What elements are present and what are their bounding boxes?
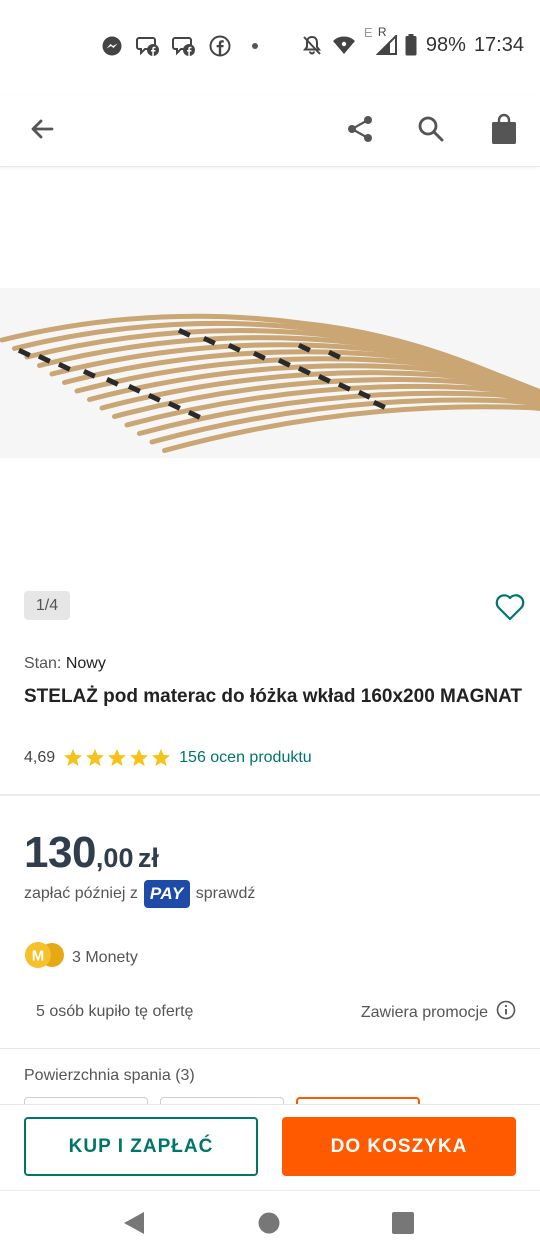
cellular-signal-icon: E R [364, 25, 397, 57]
pay-later-link[interactable]: sprawdź [196, 885, 256, 903]
product-image [0, 313, 540, 453]
pay-later-text: zapłać później z [24, 885, 138, 902]
coin-icon: M [24, 941, 66, 974]
wifi-icon [332, 33, 356, 57]
system-navigation-bar [0, 1190, 540, 1260]
price: 130,00 zł [24, 828, 159, 878]
star-icon [86, 749, 105, 766]
square-recents-icon [391, 1211, 415, 1240]
battery-icon [404, 33, 418, 57]
chat-facebook-icon [136, 34, 160, 58]
promotions-info[interactable]: Zawiera promocje [361, 1000, 516, 1025]
rating-count-link[interactable]: 156 ocen produktu [179, 749, 312, 767]
price-currency: zł [137, 843, 159, 873]
share-button[interactable] [336, 107, 384, 155]
arrow-left-icon [28, 115, 56, 148]
shopping-bag-icon [491, 113, 517, 150]
condition-value: Nowy [65, 655, 106, 672]
rating-score: 4,69 [24, 749, 56, 766]
back-button[interactable] [18, 107, 66, 155]
cart-button[interactable] [480, 107, 528, 155]
coins-row: M 3 Monety [24, 941, 138, 974]
heart-icon [495, 593, 525, 626]
star-icon [108, 749, 127, 766]
network-type-e: E [363, 25, 373, 40]
circle-home-icon [257, 1211, 281, 1240]
star-icon [64, 749, 83, 766]
pay-logo: PAY [143, 880, 190, 908]
price-integer: 130 [24, 828, 96, 877]
product-title: STELAŻ pod materac do łóżka wkład 160x20… [24, 686, 522, 707]
star-icon [152, 749, 171, 766]
pay-later-row: zapłać później z PAY sprawdź [24, 880, 255, 908]
info-icon [496, 1000, 516, 1025]
more-notifications-dot [252, 43, 258, 49]
coin-letter: M [32, 948, 45, 965]
battery-percent: 98% [425, 33, 466, 56]
rating-stars [63, 748, 171, 768]
purchase-bar: KUP I ZAPŁAĆ DO KOSZYKA [0, 1104, 540, 1190]
gallery-counter: 1/4 [24, 591, 70, 620]
clock: 17:34 [473, 33, 524, 56]
notifications-muted-icon [300, 33, 324, 57]
nav-recents-button[interactable] [385, 1209, 421, 1241]
price-decimal: ,00 [95, 843, 134, 873]
nav-back-button[interactable] [116, 1209, 152, 1241]
triangle-back-icon [122, 1210, 146, 1241]
notification-icons [100, 34, 258, 58]
app-bar [0, 95, 540, 167]
section-divider [0, 1048, 540, 1049]
search-button[interactable] [407, 107, 455, 155]
star-icon [130, 749, 149, 766]
share-icon [345, 114, 375, 149]
facebook-icon [208, 34, 232, 58]
favorite-button[interactable] [492, 592, 528, 626]
condition-label: Stan: [24, 655, 62, 672]
section-divider [0, 794, 540, 796]
status-bar: E R 98% 17:34 [0, 0, 540, 95]
buy-now-button[interactable]: KUP I ZAPŁAĆ [24, 1117, 258, 1176]
nav-home-button[interactable] [251, 1209, 287, 1241]
add-to-cart-button[interactable]: DO KOSZYKA [282, 1117, 516, 1176]
bought-count: 5 osób kupiło tę ofertę [36, 1003, 194, 1020]
product-image-gallery[interactable] [0, 168, 540, 588]
search-icon [417, 115, 445, 148]
product-rating: 4,69 156 ocen produktu [24, 748, 312, 768]
messenger-icon [100, 34, 124, 58]
coins-text: 3 Monety [72, 948, 138, 966]
spec-label: Powierzchnia spania (3) [24, 1067, 195, 1084]
product-condition: Stan: Nowy [24, 655, 106, 673]
system-status: E R 98% 17:34 [300, 25, 524, 57]
chat-facebook-icon [172, 34, 196, 58]
promotions-text: Zawiera promocje [360, 1003, 488, 1021]
